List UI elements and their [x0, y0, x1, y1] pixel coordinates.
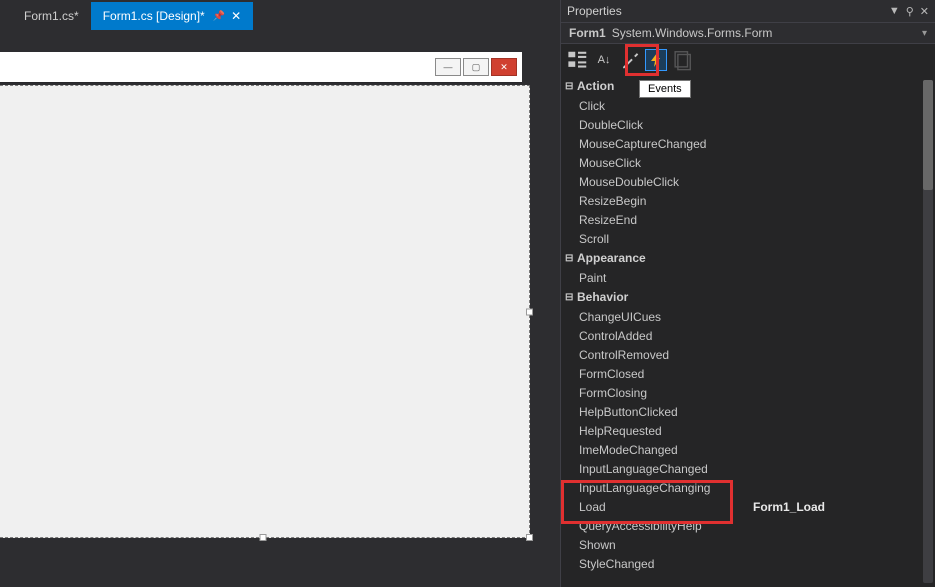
- property-row[interactable]: StyleChanged: [561, 554, 919, 573]
- close-icon[interactable]: ✕: [231, 9, 241, 23]
- property-name: HelpButtonClicked: [579, 405, 749, 419]
- property-row[interactable]: InputLanguageChanged: [561, 459, 919, 478]
- properties-title: Properties: [567, 4, 622, 18]
- designer-pane: Form1.cs* Form1.cs [Design]* 📌 ✕ — ▢ ✕: [0, 0, 560, 587]
- property-grid[interactable]: ⊟ActionClickDoubleClickMouseCaptureChang…: [561, 76, 919, 587]
- property-name: InputLanguageChanging: [579, 481, 749, 495]
- property-row[interactable]: HelpButtonClicked: [561, 402, 919, 421]
- property-row[interactable]: QueryAccessibilityHelp: [561, 516, 919, 535]
- tab-label: Form1.cs [Design]*: [103, 9, 205, 23]
- document-tabstrip: Form1.cs* Form1.cs [Design]* 📌 ✕: [0, 0, 560, 30]
- category-row[interactable]: ⊟Action: [561, 76, 919, 96]
- property-name: Load: [579, 500, 749, 514]
- properties-toolbar: A↓ Events: [561, 44, 935, 76]
- tab-form1-design[interactable]: Form1.cs [Design]* 📌 ✕: [91, 2, 254, 30]
- properties-panel: Properties ▼ ⚲ ✕ Form1 System.Windows.Fo…: [560, 0, 935, 587]
- form-design-surface[interactable]: [0, 85, 530, 538]
- property-name: DoubleClick: [579, 118, 749, 132]
- object-selector[interactable]: Form1 System.Windows.Forms.Form ▾: [561, 22, 935, 44]
- resize-handle-corner[interactable]: [526, 534, 533, 541]
- category-row[interactable]: ⊟Behavior: [561, 287, 919, 307]
- panel-pin-icon[interactable]: ⚲: [906, 5, 914, 18]
- property-row[interactable]: MouseCaptureChanged: [561, 134, 919, 153]
- events-tooltip: Events: [639, 80, 691, 98]
- property-row[interactable]: HelpRequested: [561, 421, 919, 440]
- designer-surface-wrap: — ▢ ✕: [0, 30, 560, 587]
- property-row[interactable]: FormClosed: [561, 364, 919, 383]
- alphabetical-button[interactable]: A↓: [593, 49, 615, 71]
- property-name: InputLanguageChanged: [579, 462, 749, 476]
- property-name: ChangeUICues: [579, 310, 749, 324]
- property-name: HelpRequested: [579, 424, 749, 438]
- property-name: ResizeEnd: [579, 213, 749, 227]
- expander-icon[interactable]: ⊟: [565, 81, 577, 92]
- property-name: ResizeBegin: [579, 194, 749, 208]
- object-name: Form1: [569, 26, 606, 40]
- property-value[interactable]: Form1_Load: [749, 500, 919, 514]
- property-name: QueryAccessibilityHelp: [579, 519, 749, 533]
- form-titlebar: — ▢ ✕: [0, 52, 522, 82]
- events-button[interactable]: [645, 49, 667, 71]
- panel-close-icon[interactable]: ✕: [920, 5, 929, 18]
- property-row[interactable]: ControlAdded: [561, 326, 919, 345]
- property-row[interactable]: ResizeBegin: [561, 191, 919, 210]
- property-row[interactable]: InputLanguageChanging: [561, 478, 919, 497]
- property-row[interactable]: LoadForm1_Load: [561, 497, 919, 516]
- property-name: FormClosing: [579, 386, 749, 400]
- property-name: Paint: [579, 271, 749, 285]
- close-button[interactable]: ✕: [491, 58, 517, 76]
- category-label: Behavior: [577, 290, 628, 304]
- expander-icon[interactable]: ⊟: [565, 292, 577, 303]
- property-row[interactable]: MouseClick: [561, 153, 919, 172]
- property-name: MouseClick: [579, 156, 749, 170]
- resize-handle-right[interactable]: [526, 308, 533, 315]
- properties-button[interactable]: [619, 49, 641, 71]
- property-name: ControlRemoved: [579, 348, 749, 362]
- object-type: System.Windows.Forms.Form: [612, 26, 773, 40]
- expander-icon[interactable]: ⊟: [565, 253, 577, 264]
- property-row[interactable]: Click: [561, 96, 919, 115]
- category-label: Appearance: [577, 251, 646, 265]
- property-name: StyleChanged: [579, 557, 749, 571]
- property-row[interactable]: Shown: [561, 535, 919, 554]
- property-row[interactable]: ChangeUICues: [561, 307, 919, 326]
- app-root: Form1.cs* Form1.cs [Design]* 📌 ✕ — ▢ ✕: [0, 0, 935, 587]
- property-row[interactable]: Paint: [561, 268, 919, 287]
- minimize-button[interactable]: —: [435, 58, 461, 76]
- tab-form1-cs[interactable]: Form1.cs*: [12, 2, 91, 30]
- properties-header: Properties ▼ ⚲ ✕: [561, 0, 935, 22]
- property-row[interactable]: ImeModeChanged: [561, 440, 919, 459]
- pin-icon[interactable]: 📌: [213, 11, 225, 22]
- property-name: MouseDoubleClick: [579, 175, 749, 189]
- property-name: MouseCaptureChanged: [579, 137, 749, 151]
- scrollbar-thumb[interactable]: [923, 80, 933, 190]
- tab-label: Form1.cs*: [24, 9, 79, 23]
- panel-dropdown-icon[interactable]: ▼: [889, 5, 900, 18]
- categorized-button[interactable]: [567, 49, 589, 71]
- property-name: ControlAdded: [579, 329, 749, 343]
- panel-header-icons: ▼ ⚲ ✕: [889, 5, 929, 18]
- property-row[interactable]: Scroll: [561, 229, 919, 248]
- category-label: Action: [577, 79, 614, 93]
- property-row[interactable]: ControlRemoved: [561, 345, 919, 364]
- property-name: Scroll: [579, 232, 749, 246]
- property-name: Shown: [579, 538, 749, 552]
- maximize-button[interactable]: ▢: [463, 58, 489, 76]
- resize-handle-bottom[interactable]: [259, 534, 266, 541]
- property-name: Click: [579, 99, 749, 113]
- property-row[interactable]: MouseDoubleClick: [561, 172, 919, 191]
- property-grid-wrap: ⊟ActionClickDoubleClickMouseCaptureChang…: [561, 76, 935, 587]
- property-name: FormClosed: [579, 367, 749, 381]
- property-name: ImeModeChanged: [579, 443, 749, 457]
- property-pages-button[interactable]: [671, 49, 693, 71]
- property-row[interactable]: DoubleClick: [561, 115, 919, 134]
- category-row[interactable]: ⊟Appearance: [561, 248, 919, 268]
- property-row[interactable]: FormClosing: [561, 383, 919, 402]
- scrollbar-track[interactable]: [923, 80, 933, 583]
- chevron-down-icon[interactable]: ▾: [922, 28, 927, 39]
- form-canvas[interactable]: — ▢ ✕: [0, 40, 530, 538]
- property-row[interactable]: ResizeEnd: [561, 210, 919, 229]
